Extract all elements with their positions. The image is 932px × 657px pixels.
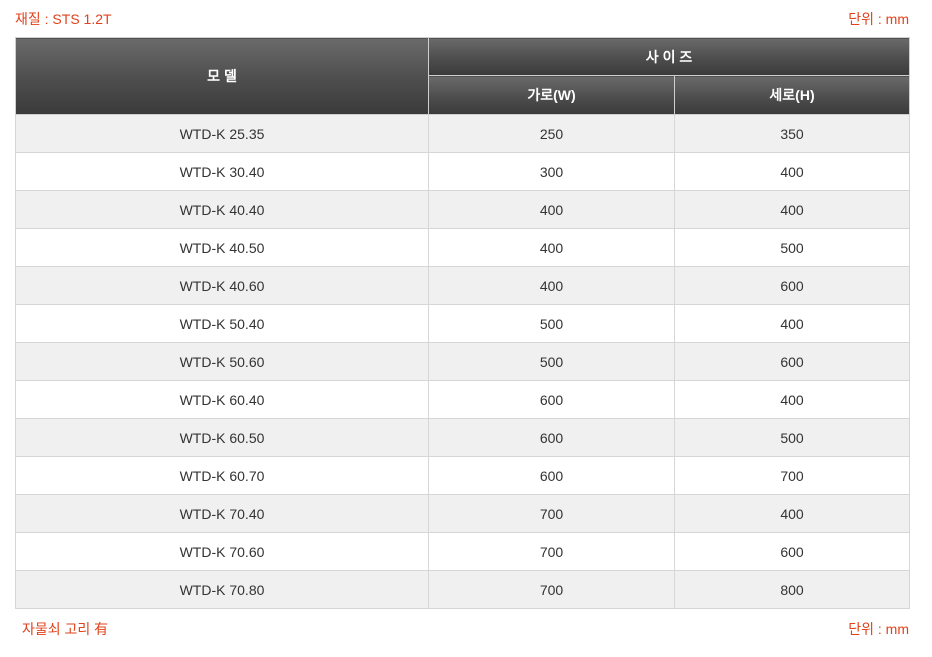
cell-width: 600	[428, 380, 675, 419]
cell-width: 600	[428, 456, 675, 495]
header-model: 모 델	[15, 37, 429, 115]
cell-model: WTD-K 50.40	[15, 304, 429, 343]
table-row: WTD-K 70.60 700 600	[15, 532, 911, 571]
table-row: WTD-K 40.40 400 400	[15, 190, 911, 229]
cell-model: WTD-K 40.50	[15, 228, 429, 267]
cell-width: 400	[428, 190, 675, 229]
cell-model: WTD-K 70.60	[15, 532, 429, 571]
table-row: WTD-K 50.60 500 600	[15, 342, 911, 381]
cell-width: 500	[428, 342, 675, 381]
table-row: WTD-K 60.40 600 400	[15, 380, 911, 419]
cell-height: 400	[673, 304, 911, 343]
cell-height: 600	[673, 266, 911, 305]
unit-note-bottom: 단위 : mm	[848, 621, 909, 637]
table-row: WTD-K 40.60 400 600	[15, 266, 911, 305]
cell-height: 350	[673, 114, 911, 153]
header-width: 가로(W)	[428, 75, 675, 115]
cell-height: 400	[673, 152, 911, 191]
cell-width: 500	[428, 304, 675, 343]
cell-width: 700	[428, 570, 675, 609]
material-note: 재질 : STS 1.2T	[15, 11, 112, 27]
table-row: WTD-K 60.50 600 500	[15, 418, 911, 457]
header-height: 세로(H)	[673, 75, 911, 115]
cell-width: 400	[428, 266, 675, 305]
table-row: WTD-K 40.50 400 500	[15, 228, 911, 267]
cell-model: WTD-K 60.40	[15, 380, 429, 419]
cell-height: 700	[673, 456, 911, 495]
cell-model: WTD-K 60.50	[15, 418, 429, 457]
size-spec-table: 모 델 사 이 즈 가로(W) 세로(H) WTD-K 25.35 250 35…	[15, 37, 911, 609]
table-row: WTD-K 60.70 600 700	[15, 456, 911, 495]
header-size: 사 이 즈	[427, 37, 911, 76]
cell-height: 500	[673, 228, 911, 267]
cell-width: 600	[428, 418, 675, 457]
cell-width: 300	[428, 152, 675, 191]
cell-width: 250	[428, 114, 675, 153]
table-row: WTD-K 25.35 250 350	[15, 114, 911, 153]
cell-height: 600	[673, 342, 911, 381]
cell-model: WTD-K 70.40	[15, 494, 429, 533]
cell-model: WTD-K 70.80	[15, 570, 429, 609]
cell-width: 700	[428, 494, 675, 533]
table-row: WTD-K 70.40 700 400	[15, 494, 911, 533]
cell-height: 500	[673, 418, 911, 457]
cell-model: WTD-K 40.60	[15, 266, 429, 305]
cell-model: WTD-K 50.60	[15, 342, 429, 381]
table-row: WTD-K 50.40 500 400	[15, 304, 911, 343]
cell-model: WTD-K 60.70	[15, 456, 429, 495]
cell-height: 800	[673, 570, 911, 609]
table-row: WTD-K 30.40 300 400	[15, 152, 911, 191]
cell-model: WTD-K 40.40	[15, 190, 429, 229]
cell-height: 400	[673, 380, 911, 419]
cell-width: 400	[428, 228, 675, 267]
table-header: 모 델 사 이 즈 가로(W) 세로(H)	[15, 37, 911, 115]
cell-width: 700	[428, 532, 675, 571]
unit-note-top: 단위 : mm	[848, 11, 909, 27]
cell-height: 600	[673, 532, 911, 571]
cell-model: WTD-K 30.40	[15, 152, 429, 191]
cell-height: 400	[673, 494, 911, 533]
cell-model: WTD-K 25.35	[15, 114, 429, 153]
cell-height: 400	[673, 190, 911, 229]
lock-ring-note: 자물쇠 고리 有	[22, 621, 109, 637]
table-body: WTD-K 25.35 250 350 WTD-K 30.40 300 400 …	[15, 114, 911, 609]
table-row: WTD-K 70.80 700 800	[15, 570, 911, 609]
